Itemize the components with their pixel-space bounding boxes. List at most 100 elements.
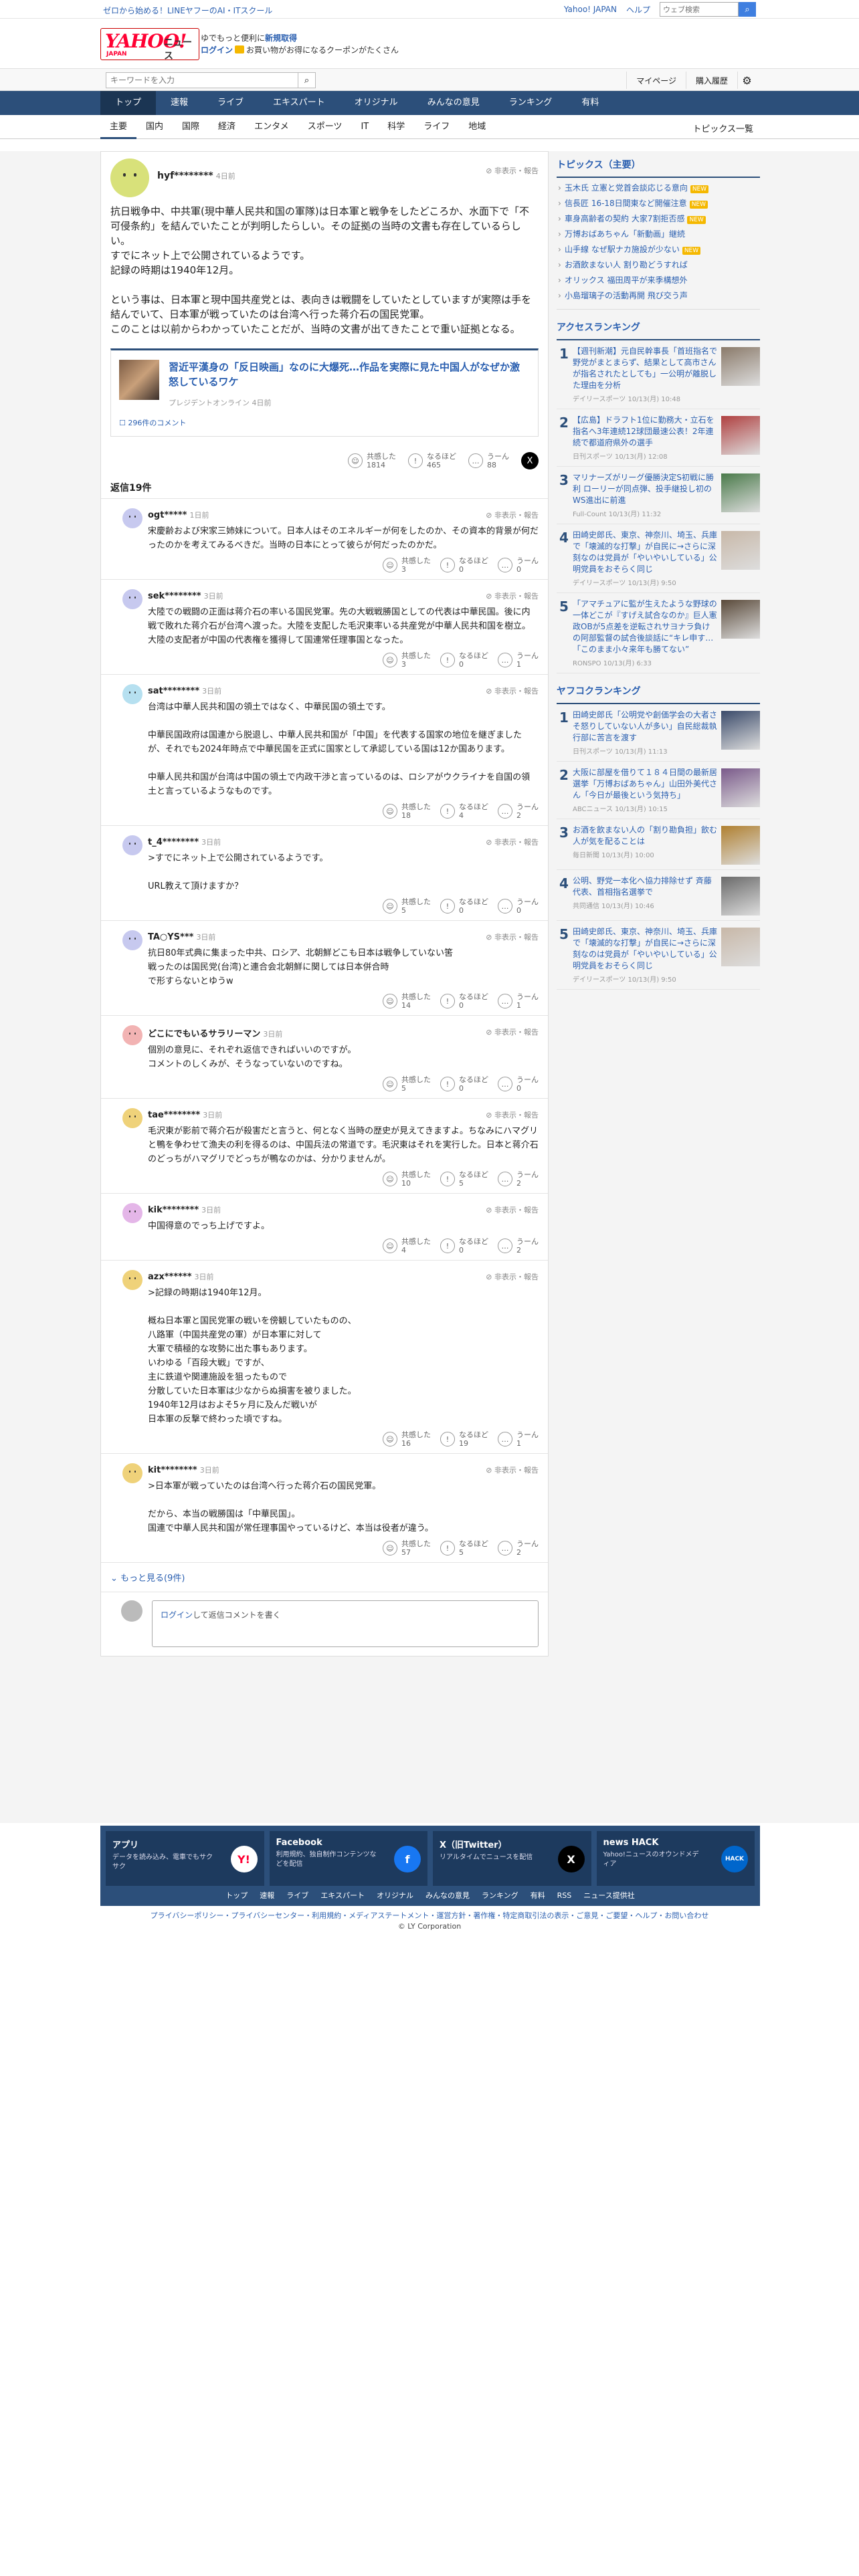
ranking-item[interactable]: 2 【広島】ドラフト1位に勤務大・立石を指名へ3年連続12球団最速公表！2年連続で… (557, 409, 760, 467)
report-link[interactable]: ⊘ 非表示・報告 (486, 1271, 539, 1282)
register-link[interactable]: 新規取得 (265, 33, 297, 43)
cat-world[interactable]: 国際 (173, 115, 209, 139)
footer-card[interactable]: news HACK Yahoo!ニュースのオウンドメディア HACK (596, 1831, 755, 1886)
ranking-item[interactable]: 3 お酒を飲まない人の「割り勘負担」飲む人が気を配ることは 毎日新聞 10/13(月… (557, 819, 760, 870)
hmm-button[interactable]: … うーん 0 (498, 556, 539, 574)
cat-life[interactable]: ライフ (414, 115, 459, 139)
report-link[interactable]: ⊘ 非表示・報告 (486, 685, 539, 696)
insight-button[interactable]: ! なるほど 0 (440, 651, 488, 669)
reply-author[interactable]: tae******** 3日前 (148, 1099, 539, 1120)
empathy-button[interactable]: ☺ 共感した 3 (383, 651, 431, 669)
help-link[interactable]: ヘルプ (626, 4, 650, 15)
footer-nav-item[interactable]: トップ (225, 1891, 248, 1900)
empathy-button[interactable]: ☺ 共感した 10 (383, 1170, 431, 1188)
ranking-item[interactable]: 4 公明、野党一本化へ協力排除せず 斉藤代表、首相指名選挙で 共同通信 10/13(… (557, 870, 760, 921)
footer-card[interactable]: X（旧Twitter） リアルタイムでニュースを配信 X (433, 1831, 591, 1886)
news-search-input[interactable] (106, 72, 298, 88)
topic-item[interactable]: 小島瑠璃子の活動再開 飛び交う声 (557, 288, 760, 304)
tab-breaking[interactable]: 速報 (156, 91, 203, 115)
report-link[interactable]: ⊘ 非表示・報告 (486, 932, 539, 942)
hmm-button[interactable]: … うーん 2 (498, 1539, 539, 1557)
hmm-button[interactable]: … うーん 88 (468, 452, 509, 469)
reply-author[interactable]: どこにでもいるサラリーマン 3日前 (148, 1016, 539, 1039)
hmm-button[interactable]: … うーん 1 (498, 651, 539, 669)
yahoo-news-logo[interactable]: YAHOO! JAPAN ニュース (100, 28, 199, 62)
footer-nav-item[interactable]: ライブ (286, 1891, 308, 1900)
empathy-button[interactable]: ☺ 共感した 4 (383, 1237, 431, 1255)
hmm-button[interactable]: … うーん 1 (498, 1430, 539, 1448)
mypage-link[interactable]: マイページ (626, 72, 686, 89)
report-link[interactable]: ⊘ 非表示・報告 (486, 510, 539, 520)
insight-button[interactable]: ! なるほど 4 (440, 802, 488, 820)
footer-links[interactable]: プライバシーポリシー・プライバシーセンター・利用規約・メディアステートメント・運… (0, 1910, 859, 1921)
promo-link[interactable]: ゼロから始める！LINEヤフーのAI・ITスクール (103, 5, 272, 16)
tab-top[interactable]: トップ (100, 91, 157, 115)
cat-local[interactable]: 地域 (459, 115, 495, 139)
insight-button[interactable]: ! なるほど 465 (408, 452, 456, 469)
reply-author[interactable]: ogt***** 1日前 (148, 499, 539, 520)
topic-item[interactable]: 車身高齢者の契約 大家7割拒否感NEW (557, 211, 760, 227)
footer-nav-item[interactable]: みんなの意見 (425, 1891, 470, 1900)
reply-author[interactable]: kik******** 3日前 (148, 1194, 539, 1215)
insight-button[interactable]: ! なるほど 0 (440, 1075, 488, 1093)
report-link[interactable]: ⊘ 非表示・報告 (486, 837, 539, 847)
search-icon[interactable]: ⌕ (739, 2, 756, 17)
gear-icon[interactable]: ⚙ (737, 72, 756, 89)
topic-item[interactable]: 山手線 なぜ駅ナカ施設が少ないNEW (557, 242, 760, 257)
comment-author[interactable]: hyf******** 4日前 (157, 171, 235, 181)
report-link[interactable]: ⊘ 非表示・報告 (486, 165, 539, 176)
footer-nav-item[interactable]: RSS (557, 1891, 572, 1900)
report-link[interactable]: ⊘ 非表示・報告 (486, 1465, 539, 1475)
insight-button[interactable]: ! なるほど 0 (440, 992, 488, 1010)
footer-card[interactable]: Facebook 利用規約、独自制作コンテンツなどを配信 f (269, 1831, 427, 1886)
report-link[interactable]: ⊘ 非表示・報告 (486, 591, 539, 601)
article-card[interactable]: 習近平漢身の「反日映画」なのに大爆死…作品を実際に見た中国人がなぜか激怒している… (110, 348, 539, 437)
cat-economy[interactable]: 経済 (209, 115, 245, 139)
reply-author[interactable]: azx****** 3日前 (148, 1261, 539, 1282)
cat-it[interactable]: IT (351, 115, 378, 139)
history-link[interactable]: 購入履歴 (685, 72, 737, 89)
footer-nav-item[interactable]: エキスパート (320, 1891, 365, 1900)
report-link[interactable]: ⊘ 非表示・報告 (486, 1204, 539, 1215)
hmm-button[interactable]: … うーん 2 (498, 1170, 539, 1188)
empathy-button[interactable]: ☺ 共感した 14 (383, 992, 431, 1010)
topic-item[interactable]: 玉木氏 立憲と党首会談応じる意向NEW (557, 181, 760, 196)
web-search-input[interactable] (660, 2, 739, 17)
ranking-item[interactable]: 1 田崎史郎氏「公明党や創価学会の大者さそ怒りしていない人が多い」自民総裁執行部に… (557, 704, 760, 762)
topic-item[interactable]: 信長匠 16-18日間東など開催注意NEW (557, 196, 760, 211)
x-share-icon[interactable]: X (521, 452, 539, 469)
insight-button[interactable]: ! なるほど 5 (440, 1539, 488, 1557)
compose-login-link[interactable]: ログイン (161, 1610, 193, 1620)
tab-opinions[interactable]: みんなの意見 (413, 91, 494, 115)
topics-list-link[interactable]: トピックス一覧 (692, 122, 753, 134)
ranking-item[interactable]: 5 「アマチュアに監が生えたような野球の一体どこが『すげえ試合なのか』巨人憲政OB… (557, 593, 760, 673)
reply-author[interactable]: kit******** 3日前 (148, 1454, 539, 1475)
insight-button[interactable]: ! なるほど 0 (440, 556, 488, 574)
empathy-button[interactable]: ☺ 共感した 3 (383, 556, 431, 574)
hmm-button[interactable]: … うーん 2 (498, 1237, 539, 1255)
hmm-button[interactable]: … うーん 1 (498, 992, 539, 1010)
search-icon[interactable]: ⌕ (298, 72, 316, 88)
tab-live[interactable]: ライブ (203, 91, 258, 115)
cat-main[interactable]: 主要 (100, 115, 137, 139)
ranking-item[interactable]: 4 田崎史郎氏、東京、神奈川、埼玉、兵庫で「壊滅的な打撃」が自民に→さらに深刻なの… (557, 524, 760, 593)
cat-sports[interactable]: スポーツ (298, 115, 352, 139)
reply-author[interactable]: sek******** 3日前 (148, 580, 539, 601)
cat-science[interactable]: 科学 (378, 115, 414, 139)
reply-input[interactable]: ログインして返信コメントを書く (152, 1600, 539, 1647)
empathy-button[interactable]: ☺ 共感した 5 (383, 1075, 431, 1093)
footer-nav-item[interactable]: 速報 (260, 1891, 274, 1900)
reply-author[interactable]: t_4******** 3日前 (148, 826, 539, 847)
hmm-button[interactable]: … うーん 0 (498, 897, 539, 915)
report-link[interactable]: ⊘ 非表示・報告 (486, 1027, 539, 1037)
insight-button[interactable]: ! なるほど 0 (440, 897, 488, 915)
footer-nav-item[interactable]: ランキング (482, 1891, 518, 1900)
insight-button[interactable]: ! なるほど 19 (440, 1430, 488, 1448)
ranking-item[interactable]: 5 田崎史郎氏、東京、神奈川、埼玉、兵庫で「壊滅的な打撃」が自民に→さらに深刻なの… (557, 921, 760, 990)
cat-domestic[interactable]: 国内 (136, 115, 173, 139)
empathy-button[interactable]: ☺ 共感した 1814 (348, 452, 396, 469)
tab-original[interactable]: オリジナル (340, 91, 413, 115)
topic-item[interactable]: 万博おばあちゃん「新動画」継続 (557, 227, 760, 242)
tab-expert[interactable]: エキスパート (258, 91, 340, 115)
login-link[interactable]: ログイン (201, 45, 233, 55)
